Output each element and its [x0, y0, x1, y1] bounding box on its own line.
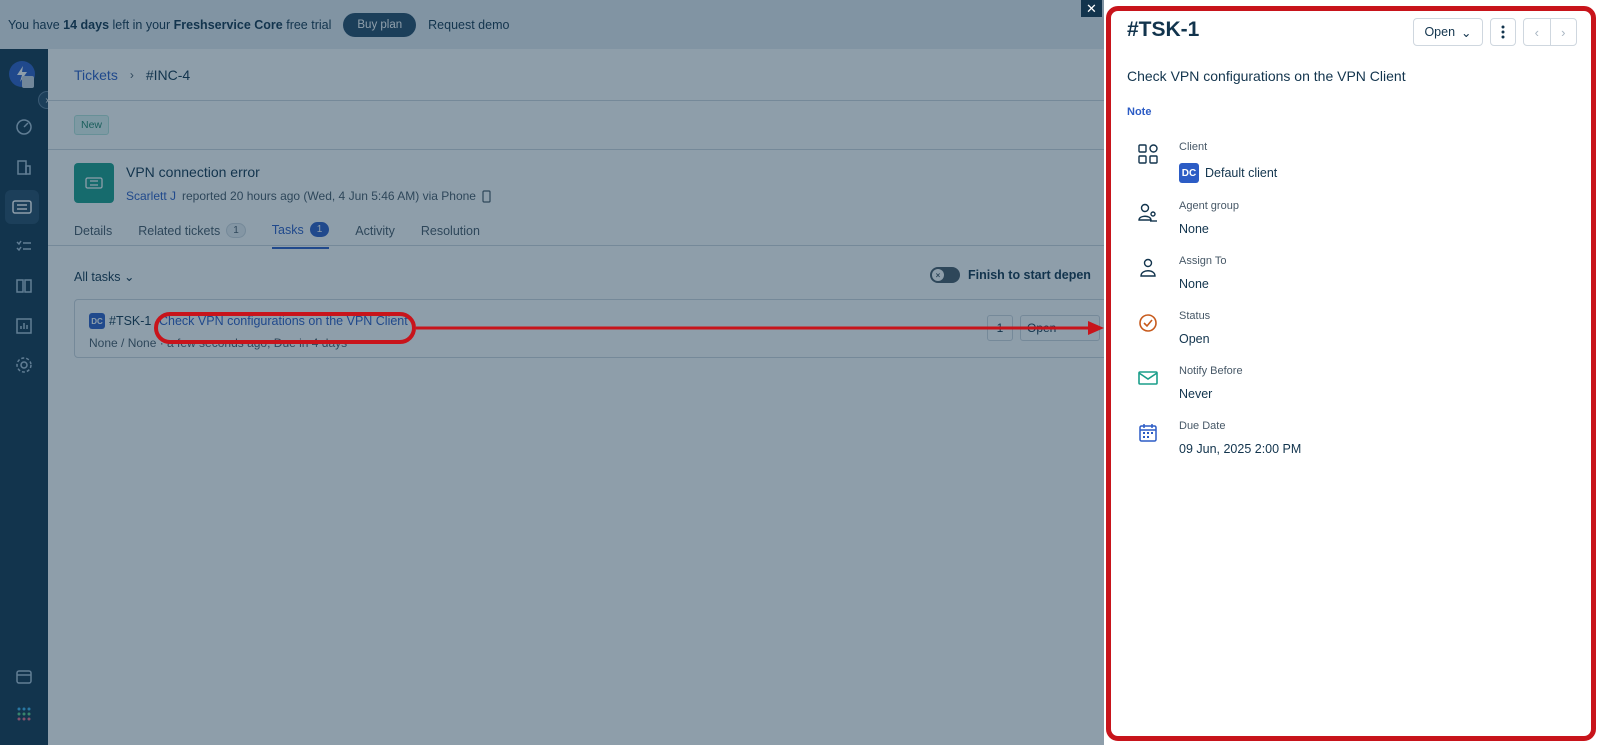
panel-highlight-annotation — [1106, 6, 1596, 741]
